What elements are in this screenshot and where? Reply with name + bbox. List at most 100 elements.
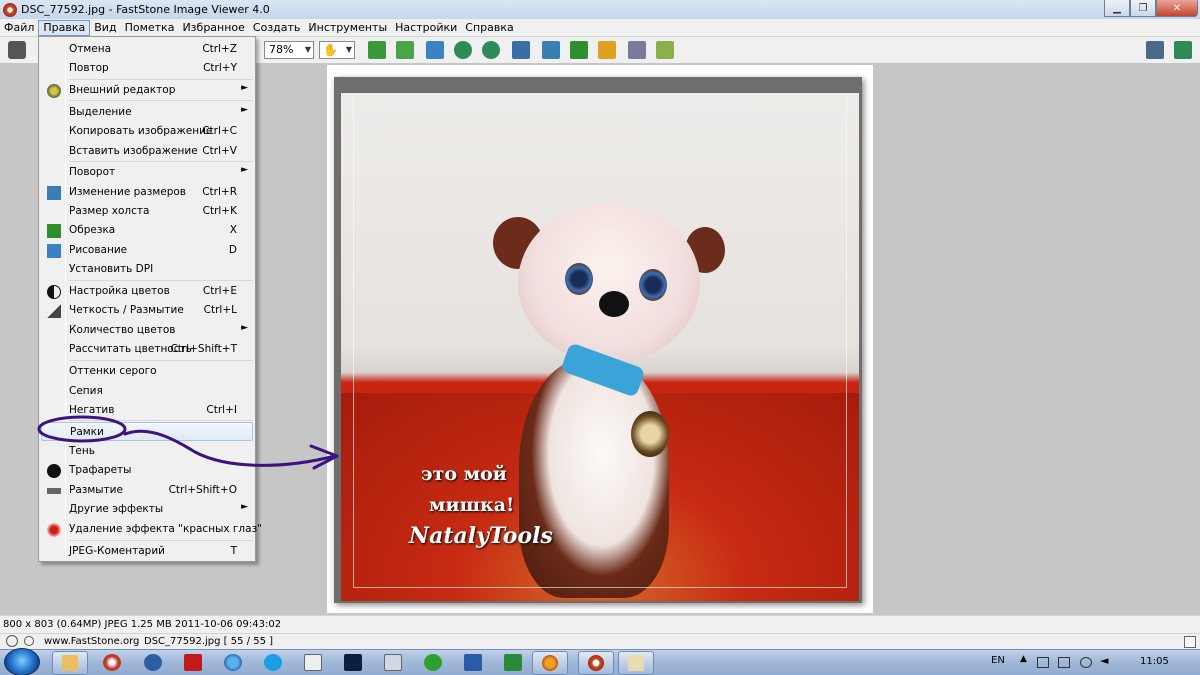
sharpen-icon (47, 304, 61, 318)
taskbar-ie-icon[interactable] (224, 654, 242, 671)
network-icon[interactable] (1058, 657, 1070, 668)
menu-item-grayscale[interactable]: Оттенки серого (41, 362, 253, 381)
resize-icon[interactable] (542, 41, 560, 59)
menu-item-color-count[interactable]: Количество цветов ► (41, 321, 253, 340)
search-icon[interactable] (24, 636, 34, 646)
menu-create[interactable]: Создать (249, 20, 305, 36)
taskbar-app-icon[interactable] (424, 654, 442, 671)
maximize-button[interactable]: ❐ (1130, 0, 1156, 17)
globe-icon[interactable] (6, 635, 18, 647)
submenu-arrow-icon: ► (241, 502, 248, 512)
menu-edit[interactable]: Правка (38, 19, 91, 36)
camera-icon[interactable] (8, 41, 26, 59)
chevron-down-icon: ▼ (304, 45, 311, 54)
taskbar-app-icon[interactable] (384, 654, 402, 671)
taskbar-skype-icon[interactable] (264, 654, 282, 671)
menu-favorites[interactable]: Избранное (178, 20, 248, 36)
menu-item-frames[interactable]: Рамки (41, 422, 253, 441)
zoom-value: 78% (269, 43, 294, 56)
taskbar-firefox[interactable] (532, 651, 568, 675)
zoom-select[interactable]: 78% ▼ (264, 41, 314, 59)
crop-icon[interactable] (570, 41, 588, 59)
chevron-up-icon[interactable]: ▲ (1020, 654, 1032, 665)
close-button[interactable]: ✕ (1156, 0, 1198, 17)
menu-item-negative[interactable]: Негатив Ctrl+I (41, 401, 253, 420)
taskbar-app-icon[interactable] (103, 654, 121, 671)
menu-item-resize[interactable]: Изменение размеров Ctrl+R (41, 183, 253, 202)
rotate-left-icon[interactable] (454, 41, 472, 59)
menu-item-selection[interactable]: Выделение ► (41, 103, 253, 122)
flip-icon[interactable] (512, 41, 530, 59)
taskbar-app-icon[interactable] (304, 654, 322, 671)
taskbar-app-icon[interactable] (144, 654, 162, 671)
menu-item-other-effects[interactable]: Другие эффекты ► (41, 500, 253, 519)
taskbar-paint[interactable] (618, 651, 654, 675)
menu-item-external-editor[interactable]: Внешний редактор ► (41, 81, 253, 100)
menu-item-shortcut: Ctrl+Shift+T (170, 343, 237, 355)
start-button[interactable] (4, 648, 40, 675)
taskbar-photoshop-icon[interactable] (344, 654, 362, 671)
app-tray-icon[interactable] (1080, 657, 1092, 668)
taskbar-word-icon[interactable] (464, 654, 482, 671)
taskbar-opera-icon[interactable] (184, 654, 202, 671)
menu-item-label: Копировать изображение (69, 125, 213, 137)
taskbar-explorer[interactable] (52, 651, 88, 675)
menu-item-shortcut: Ctrl+V (202, 145, 237, 157)
menu-item-rotate[interactable]: Поворот ► (41, 163, 253, 182)
menu-item-label: Тень (69, 445, 95, 457)
menu-item-paste-image[interactable]: Вставить изображение Ctrl+V (41, 142, 253, 161)
menu-item-stencils[interactable]: Трафареты (41, 461, 253, 480)
properties-icon[interactable] (656, 41, 674, 59)
menu-tag[interactable]: Пометка (121, 20, 179, 36)
taskbar-faststone[interactable] (578, 651, 614, 675)
menu-item-label: Удаление эффекта "красных глаз" (69, 523, 262, 535)
menu-file[interactable]: Файл (0, 20, 38, 36)
menu-item-shortcut: Ctrl+K (202, 205, 237, 217)
language-indicator[interactable]: EN (991, 655, 1005, 666)
menu-item-label: Повтор (69, 62, 109, 74)
menu-item-jpeg-comment[interactable]: JPEG-Коментарий T (41, 542, 253, 561)
menu-item-blur[interactable]: Размытие Ctrl+Shift+O (41, 481, 253, 500)
convert-icon[interactable] (426, 41, 444, 59)
print-icon[interactable] (628, 41, 646, 59)
minimize-button[interactable]: ▁ (1104, 0, 1130, 17)
app-icon (3, 2, 17, 17)
volume-icon[interactable]: ◄ (1100, 654, 1112, 667)
menu-item-sharpen-blur[interactable]: Четкость / Размытие Ctrl+L (41, 301, 253, 320)
menu-item-draw[interactable]: Рисование D (41, 241, 253, 260)
thumbnails-icon[interactable] (1146, 41, 1164, 59)
menu-item-redo[interactable]: Повтор Ctrl+Y (41, 59, 253, 78)
menu-item-red-eye[interactable]: Удаление эффекта "красных глаз" (41, 520, 262, 539)
resize-grip-icon[interactable] (1184, 636, 1196, 648)
menu-item-undo[interactable]: Отмена Ctrl+Z (41, 40, 253, 59)
email-icon[interactable] (598, 41, 616, 59)
menu-item-count-colors[interactable]: Рассчитать цветность Ctrl+Shift+T (41, 340, 253, 359)
save-icon[interactable] (396, 41, 414, 59)
fullscreen-icon[interactable] (1174, 41, 1192, 59)
menu-item-label: Вставить изображение (69, 145, 198, 157)
mail-icon[interactable] (1037, 657, 1049, 668)
menu-item-shadow[interactable]: Тень (41, 442, 253, 461)
menu-item-sepia[interactable]: Сепия (41, 382, 253, 401)
menu-settings[interactable]: Настройки (391, 20, 461, 36)
taskbar-excel-icon[interactable] (504, 654, 522, 671)
menu-separator (69, 420, 253, 421)
menu-item-color-adjust[interactable]: Настройка цветов Ctrl+E (41, 282, 253, 301)
menu-item-crop[interactable]: Обрезка X (41, 221, 253, 240)
menu-tools[interactable]: Инструменты (304, 20, 391, 36)
menu-item-set-dpi[interactable]: Установить DPI (41, 260, 253, 279)
menu-item-canvas-size[interactable]: Размер холста Ctrl+K (41, 202, 253, 221)
menu-help[interactable]: Справка (461, 20, 517, 36)
chevron-down-icon: ▼ (345, 45, 352, 54)
menu-view[interactable]: Вид (90, 20, 120, 36)
menu-item-shortcut: D (228, 244, 237, 256)
menu-item-label: Оттенки серого (69, 365, 157, 377)
rotate-right-icon[interactable] (482, 41, 500, 59)
menu-item-label: Сепия (69, 385, 103, 397)
website-link[interactable]: www.FastStone.org (44, 634, 139, 649)
clock[interactable]: 11:05 (1140, 656, 1169, 667)
menu-item-copy-image[interactable]: Копировать изображение Ctrl+C (41, 122, 253, 141)
open-icon[interactable] (368, 41, 386, 59)
pan-tool-select[interactable]: ✋ ▼ (319, 41, 355, 59)
submenu-arrow-icon: ► (241, 165, 248, 175)
